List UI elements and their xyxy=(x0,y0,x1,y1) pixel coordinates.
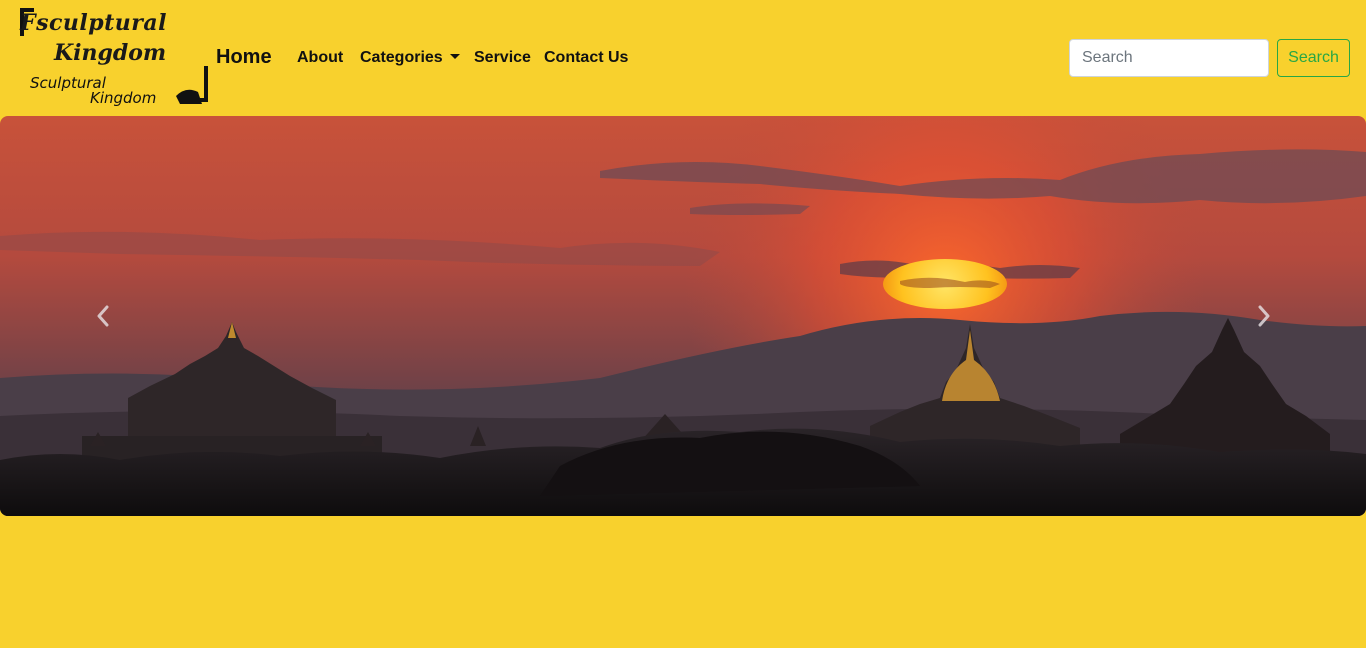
search-button[interactable]: Search xyxy=(1277,39,1350,77)
carousel-prev-button[interactable] xyxy=(0,116,205,516)
chevron-right-icon xyxy=(1258,305,1269,327)
navbar: Fsculptural Kingdom Sculptural Kingdom H… xyxy=(0,0,1366,116)
nav-categories-label: Categories xyxy=(360,49,443,66)
chevron-left-icon xyxy=(97,305,108,327)
logo-line-1: Fsculptural xyxy=(20,10,167,36)
home-link[interactable]: Home xyxy=(216,46,272,69)
nav-about[interactable]: About xyxy=(297,49,343,67)
logo-line-2: Kingdom xyxy=(54,40,167,66)
nav-service[interactable]: Service xyxy=(474,49,531,67)
logo-line-4: Kingdom xyxy=(90,89,157,107)
site-logo[interactable]: Fsculptural Kingdom Sculptural Kingdom xyxy=(16,6,212,108)
logo-subtitle: Sculptural Kingdom xyxy=(30,76,156,106)
nav-categories-dropdown[interactable]: Categories xyxy=(360,49,460,67)
caret-down-icon xyxy=(449,54,460,59)
hero-carousel xyxy=(0,116,1366,516)
carousel-next-button[interactable] xyxy=(1161,116,1366,516)
search-input[interactable] xyxy=(1069,39,1269,77)
nav-contact-us[interactable]: Contact Us xyxy=(544,49,628,67)
